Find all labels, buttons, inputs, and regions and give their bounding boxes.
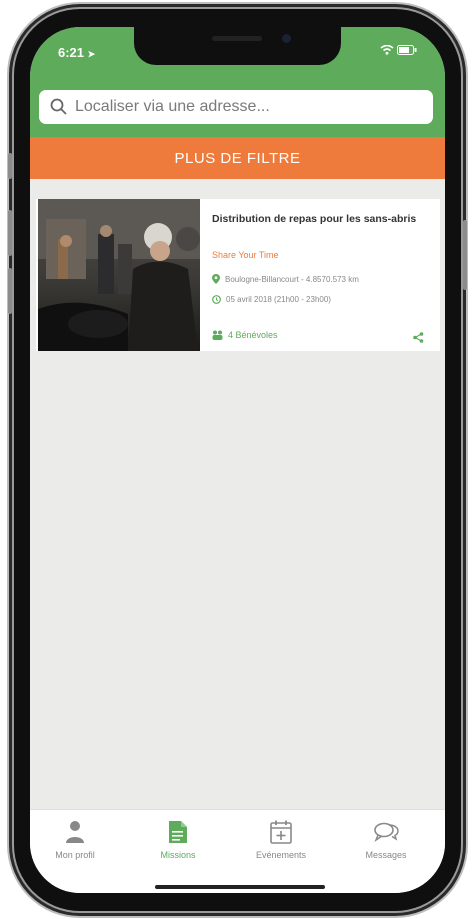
tab-label: Missions xyxy=(160,850,196,860)
home-indicator[interactable] xyxy=(155,885,325,889)
calendar-plus-icon xyxy=(270,820,292,844)
tab-label: Mon profil xyxy=(55,850,95,860)
document-icon xyxy=(169,821,187,843)
mission-volunteers-text: 4 Bénévoles xyxy=(228,330,278,340)
tab-messages[interactable]: Messages xyxy=(341,820,431,860)
tab-evenements[interactable]: Evénements xyxy=(236,820,326,860)
chat-icon xyxy=(374,822,399,842)
mission-card[interactable]: Distribution de repas pour les sans-abri… xyxy=(36,199,440,351)
phone-volume-down xyxy=(8,268,12,314)
mission-location-text: Boulogne-Billancourt - 4.8570.573 km xyxy=(225,274,359,284)
tab-mon-profil[interactable]: Mon profil xyxy=(30,820,120,860)
mission-location: Boulogne-Billancourt - 4.8570.573 km xyxy=(212,274,359,284)
share-button[interactable] xyxy=(413,330,424,348)
phone-notch xyxy=(134,27,341,65)
status-icons xyxy=(380,44,417,58)
tab-label: Evénements xyxy=(255,850,307,860)
tab-missions[interactable]: Missions xyxy=(133,820,223,860)
status-time-label: 6:21 xyxy=(58,45,85,60)
search-icon xyxy=(50,98,67,115)
phone-side-button xyxy=(8,153,12,179)
battery-icon xyxy=(397,44,417,58)
more-filters-button[interactable]: PLUS DE FILTRE xyxy=(30,137,445,179)
volunteers-icon xyxy=(212,330,223,340)
location-pin-icon xyxy=(212,274,220,284)
speaker-grille xyxy=(212,36,262,41)
mission-organization[interactable]: Share Your Time xyxy=(212,250,279,260)
tab-label: Messages xyxy=(365,850,407,860)
mission-photo xyxy=(38,199,200,351)
user-icon xyxy=(66,821,84,843)
mission-date-text: 05 avril 2018 (21h00 - 23h00) xyxy=(226,295,331,304)
mission-date: 05 avril 2018 (21h00 - 23h00) xyxy=(212,295,331,304)
mission-title: Distribution de repas pour les sans-abri… xyxy=(212,213,417,225)
location-arrow-icon: ➤ xyxy=(87,49,96,59)
bottom-tab-bar: Mon profil Missions Evénements Messages xyxy=(30,809,445,893)
front-camera xyxy=(282,34,291,43)
share-icon xyxy=(413,332,424,343)
wifi-icon xyxy=(380,44,397,58)
app-screen: 6:21 ➤ PLUS DE FILTRE xyxy=(30,27,445,893)
phone-volume-up xyxy=(8,210,12,256)
mission-volunteers: 4 Bénévoles xyxy=(212,330,278,340)
phone-power-button xyxy=(463,220,467,290)
status-time: 6:21 ➤ xyxy=(58,45,95,60)
clock-icon xyxy=(212,295,221,304)
more-filters-label: PLUS DE FILTRE xyxy=(174,149,301,167)
search-input[interactable] xyxy=(73,97,407,117)
search-bar[interactable] xyxy=(39,90,433,124)
